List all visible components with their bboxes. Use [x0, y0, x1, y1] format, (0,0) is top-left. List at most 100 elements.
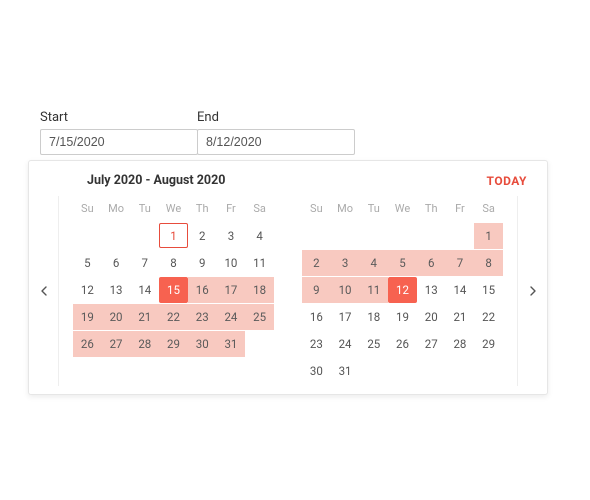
day-cell[interactable]: 31 — [217, 331, 246, 357]
start-input[interactable] — [40, 129, 198, 155]
day-cell[interactable]: 6 — [102, 250, 131, 276]
today-button[interactable]: TODAY — [487, 174, 527, 188]
dow-label: Sa — [245, 196, 274, 223]
day-cell[interactable]: 8 — [159, 250, 188, 276]
prev-month-button[interactable] — [37, 278, 51, 304]
day-cell[interactable]: 1 — [159, 223, 188, 248]
day-cell[interactable]: 4 — [359, 250, 388, 276]
day-cell[interactable]: 19 — [388, 304, 417, 330]
day-cell[interactable]: 26 — [73, 331, 102, 357]
day-cell[interactable]: 18 — [359, 304, 388, 330]
dow-label: We — [388, 196, 417, 223]
day-cell-empty — [388, 223, 417, 249]
dow-label: Mo — [102, 196, 131, 223]
next-month-button[interactable] — [526, 278, 540, 304]
day-cell[interactable]: 14 — [130, 277, 159, 303]
day-cell[interactable]: 11 — [359, 277, 388, 303]
day-cell[interactable]: 25 — [245, 304, 274, 330]
day-cell[interactable]: 27 — [102, 331, 131, 357]
day-cell[interactable]: 17 — [217, 277, 246, 303]
chevron-left-icon — [41, 286, 47, 296]
day-cell-empty — [446, 358, 475, 384]
day-cell-empty — [359, 358, 388, 384]
day-cell[interactable]: 19 — [73, 304, 102, 330]
date-range-fields: Start End — [40, 110, 355, 155]
dow-label: Su — [302, 196, 331, 223]
dow-label: Sa — [474, 196, 503, 223]
prev-month-col — [29, 196, 59, 386]
dow-label: Su — [73, 196, 102, 223]
day-cell[interactable]: 25 — [359, 331, 388, 357]
day-cell-empty — [73, 223, 102, 249]
day-cell[interactable]: 23 — [302, 331, 331, 357]
day-cell[interactable]: 15 — [159, 277, 188, 303]
dow-label: Fr — [217, 196, 246, 223]
day-cell[interactable]: 24 — [217, 304, 246, 330]
day-cell[interactable]: 22 — [474, 304, 503, 330]
day-cell[interactable]: 21 — [446, 304, 475, 330]
day-cell[interactable]: 21 — [130, 304, 159, 330]
month-left: SuMoTuWeThFrSa12345678910111213141516171… — [59, 196, 288, 358]
day-cell[interactable]: 13 — [417, 277, 446, 303]
day-cell-empty — [331, 223, 360, 249]
day-cell[interactable]: 27 — [417, 331, 446, 357]
day-cell-empty — [417, 223, 446, 249]
day-cell-empty — [245, 331, 274, 357]
day-cell[interactable]: 30 — [302, 358, 331, 384]
day-cell[interactable]: 5 — [73, 250, 102, 276]
day-cell[interactable]: 15 — [474, 277, 503, 303]
day-cell[interactable]: 22 — [159, 304, 188, 330]
day-cell-empty — [302, 223, 331, 249]
day-cell-empty — [130, 223, 159, 249]
day-cell-empty — [446, 223, 475, 249]
day-cell[interactable]: 7 — [130, 250, 159, 276]
day-cell[interactable]: 3 — [217, 223, 246, 249]
end-label: End — [197, 110, 355, 125]
dow-label: We — [159, 196, 188, 223]
day-cell[interactable]: 6 — [417, 250, 446, 276]
day-cell[interactable]: 10 — [331, 277, 360, 303]
end-input[interactable] — [197, 129, 355, 155]
day-cell[interactable]: 18 — [245, 277, 274, 303]
day-cell[interactable]: 9 — [302, 277, 331, 303]
dow-label: Tu — [359, 196, 388, 223]
day-cell[interactable]: 20 — [417, 304, 446, 330]
day-cell[interactable]: 20 — [102, 304, 131, 330]
start-label: Start — [40, 110, 198, 125]
day-cell[interactable]: 12 — [388, 277, 417, 303]
date-range-popup: July 2020 - August 2020 TODAY SuMoTuWeTh… — [28, 160, 548, 395]
start-field: Start — [40, 110, 198, 155]
day-cell[interactable]: 16 — [302, 304, 331, 330]
day-cell[interactable]: 1 — [474, 223, 503, 249]
day-cell[interactable]: 10 — [217, 250, 246, 276]
day-cell[interactable]: 26 — [388, 331, 417, 357]
next-month-col — [517, 196, 547, 386]
day-cell[interactable]: 28 — [446, 331, 475, 357]
day-cell[interactable]: 14 — [446, 277, 475, 303]
day-cell[interactable]: 12 — [73, 277, 102, 303]
day-cell[interactable]: 30 — [188, 331, 217, 357]
day-cell[interactable]: 29 — [159, 331, 188, 357]
day-cell[interactable]: 11 — [245, 250, 274, 276]
day-cell[interactable]: 24 — [331, 331, 360, 357]
day-cell-empty — [417, 358, 446, 384]
day-cell[interactable]: 5 — [388, 250, 417, 276]
day-cell[interactable]: 4 — [245, 223, 274, 249]
day-cell[interactable]: 8 — [474, 250, 503, 276]
day-cell[interactable]: 9 — [188, 250, 217, 276]
day-cell[interactable]: 16 — [188, 277, 217, 303]
day-cell[interactable]: 2 — [302, 250, 331, 276]
day-cell-empty — [102, 223, 131, 249]
day-cell[interactable]: 13 — [102, 277, 131, 303]
day-cell[interactable]: 2 — [188, 223, 217, 249]
end-field: End — [197, 110, 355, 155]
day-cell[interactable]: 17 — [331, 304, 360, 330]
chevron-right-icon — [530, 286, 536, 296]
day-cell[interactable]: 31 — [331, 358, 360, 384]
day-cell[interactable]: 23 — [188, 304, 217, 330]
day-cell[interactable]: 3 — [331, 250, 360, 276]
day-cell-empty — [359, 223, 388, 249]
day-cell[interactable]: 29 — [474, 331, 503, 357]
day-cell[interactable]: 7 — [446, 250, 475, 276]
day-cell[interactable]: 28 — [130, 331, 159, 357]
